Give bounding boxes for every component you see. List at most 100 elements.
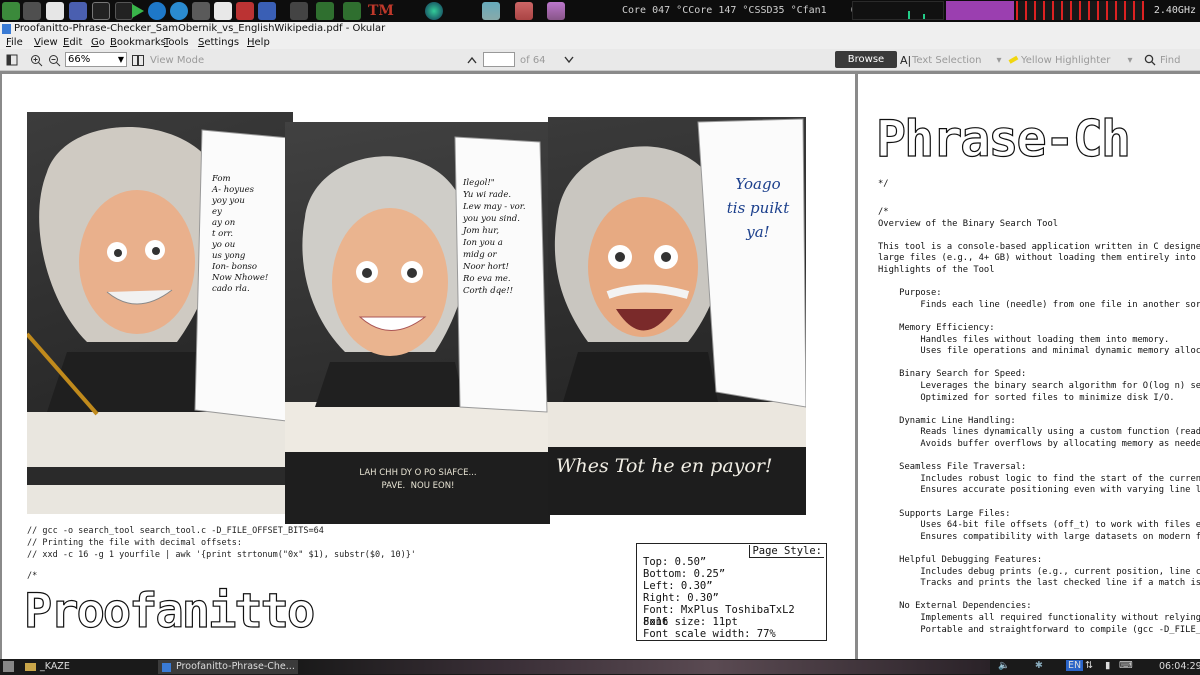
illustration-scientist-writing: Fom A- hoyues yoy you ey ay on t orr. yo…: [27, 112, 293, 514]
document-text-line: Optimized for sorted files to minimize d…: [878, 392, 1175, 403]
task-okular[interactable]: Proofanitto-Phrase-Che...: [158, 660, 298, 674]
document-text-line: Portable and straightforward to compile …: [920, 624, 1200, 635]
view-mode-button[interactable]: View Mode: [150, 52, 204, 68]
document-text-line: Purpose:: [878, 288, 942, 299]
document-text-line: Uses file operations and minimal dynamic…: [920, 346, 1200, 357]
desktop-icon[interactable]: [3, 661, 14, 672]
shirt-text: Whes Tot he en payor!: [556, 455, 773, 477]
globe-icon[interactable]: [425, 2, 443, 20]
pdf-page: Fom A- hoyues yoy you ey ay on t orr. yo…: [2, 74, 855, 659]
document-text-line: Ensures accurate positioning even with v…: [920, 485, 1200, 496]
document-text-line: Dynamic Line Handling:: [878, 415, 1016, 426]
previous-page-icon[interactable]: [466, 52, 478, 68]
language-indicator[interactable]: EN: [1066, 660, 1084, 671]
document-viewport[interactable]: Fom A- hoyues yoy you ey ay on t orr. yo…: [0, 71, 1200, 659]
network-icon[interactable]: ⇅: [1085, 660, 1093, 671]
browser-icon[interactable]: [148, 2, 166, 20]
menu-bookmarks[interactable]: Bookmarks: [110, 36, 166, 49]
text-editor-icon[interactable]: [192, 2, 210, 20]
ascii-banner-title: Proofanitto: [23, 583, 315, 639]
window-icon[interactable]: [69, 2, 87, 20]
zoom-in-icon[interactable]: [28, 52, 44, 68]
bird-icon[interactable]: [482, 2, 500, 20]
document-text-line: Overview of the Binary Search Tool: [878, 218, 1059, 229]
taskbar: _KAZE Proofanitto-Phrase-Che... 🔈 ✱ EN ⇅…: [0, 659, 1200, 675]
dropdown-arrow-icon[interactable]: ▾: [1126, 52, 1134, 68]
view-mode-icon[interactable]: [131, 52, 145, 68]
games-icon[interactable]: [236, 2, 254, 20]
document-text-line: Tracks and prints the last checked line …: [920, 578, 1200, 589]
trademark-icon[interactable]: TM: [368, 3, 394, 19]
gpu-monitor-icon[interactable]: [343, 2, 361, 20]
volume-icon[interactable]: 🔈: [998, 660, 1010, 671]
text-selection-button[interactable]: Text Selection: [912, 52, 982, 68]
search-icon[interactable]: [1143, 52, 1157, 68]
top-panel: TM Core 047 °CCore 147 °CSSD35 °Cfan1 0 …: [0, 0, 1200, 22]
network-graph: [1016, 1, 1144, 20]
document-text-line: large files (e.g., 4+ GB) without loadin…: [878, 253, 1196, 264]
menu-tools[interactable]: Tools: [164, 36, 189, 49]
illustration-scientist-excited: Yoago tis puikt ya! Whes Tot he en payor…: [548, 117, 806, 515]
document-text-line: Uses 64-bit file offsets (off_t) to work…: [920, 520, 1200, 531]
okular-icon: [162, 663, 171, 672]
zoom-combobox[interactable]: 66% ▼: [65, 52, 127, 67]
bird-icon[interactable]: [515, 2, 533, 20]
document-text-line: Supports Large Files:: [878, 508, 1011, 519]
cpu-graph: [852, 1, 944, 20]
taskbar-empty-space: [300, 660, 990, 674]
menu-icon[interactable]: [2, 2, 20, 20]
page-style-line: Right: 0.30”: [643, 592, 719, 604]
terminal-icon[interactable]: [115, 2, 133, 20]
files-icon[interactable]: [46, 2, 64, 20]
document-text-line: Binary Search for Speed:: [878, 369, 1027, 380]
document-text-line: Memory Efficiency:: [878, 323, 995, 333]
menu-view[interactable]: View: [34, 36, 58, 49]
browse-tool-button[interactable]: Browse: [835, 51, 897, 68]
handwritten-note: Ilegol!" Yu wi rade. Lew may - vor. you …: [463, 178, 526, 296]
next-page-icon[interactable]: [563, 52, 575, 68]
document-text-line: This tool is a console-based application…: [878, 241, 1200, 252]
battery-icon[interactable]: ▮: [1105, 660, 1110, 671]
illustration-scientist-smiling: Ilegol!" Yu wi rade. Lew may - vor. you …: [285, 122, 550, 524]
menu-go[interactable]: Go: [91, 36, 105, 49]
menu-edit[interactable]: Edit: [63, 36, 82, 49]
okular-icon: [2, 24, 11, 34]
menu-file[interactable]: File: [6, 36, 23, 49]
media-play-icon[interactable]: [132, 4, 144, 18]
document-text-line: Implements all required functionality wi…: [920, 613, 1200, 623]
document-text-line: Leverages the binary search algorithm fo…: [920, 381, 1200, 391]
browser-icon[interactable]: [170, 2, 188, 20]
clock[interactable]: 06:04:29: [1159, 661, 1200, 672]
find-button[interactable]: Find: [1160, 52, 1181, 68]
memory-graph: [946, 1, 1014, 20]
monitor-icon[interactable]: [290, 2, 308, 20]
menu-help[interactable]: Help: [247, 36, 270, 49]
bird-icon[interactable]: [547, 2, 565, 20]
highlighter-icon[interactable]: [1006, 52, 1020, 68]
dropdown-arrow-icon[interactable]: ▾: [995, 52, 1003, 68]
document-text-line: Avoids buffer overflows by allocating me…: [878, 439, 1200, 449]
task-label: Proofanitto-Phrase-Che...: [176, 661, 295, 672]
home-icon[interactable]: [23, 2, 41, 20]
gpu-icon[interactable]: [258, 2, 276, 20]
main-toolbar: 66% ▼ View Mode of 64 Browse A | Text Sel…: [0, 49, 1200, 71]
task-folder[interactable]: _KAZE: [22, 660, 162, 674]
zoom-out-icon[interactable]: [46, 52, 62, 68]
folder-icon: [25, 663, 36, 671]
highlighter-button[interactable]: Yellow Highlighter: [1021, 52, 1110, 68]
menu-settings[interactable]: Settings: [198, 36, 239, 49]
document-text-line: Reads lines dynamically using a custom f…: [920, 427, 1200, 438]
chevron-down-icon: ▼: [117, 55, 124, 64]
cpu-monitor-icon[interactable]: [316, 2, 334, 20]
bluetooth-icon[interactable]: ✱: [1035, 660, 1043, 671]
sensor-readout: Core 047 °CCore 147 °CSSD35 °Cfan1 0 RPM: [622, 5, 881, 16]
terminal-icon[interactable]: [92, 2, 110, 20]
document-text-line: Includes debug prints (e.g., current pos…: [920, 566, 1200, 577]
document-text-line: /*: [878, 207, 889, 217]
keyboard-icon[interactable]: ⌨: [1119, 660, 1133, 671]
text-selection-icon[interactable]: A |: [900, 52, 911, 68]
wikipedia-icon[interactable]: [214, 2, 232, 20]
page-number-input[interactable]: [483, 52, 515, 67]
sidebar-toggle-icon[interactable]: [4, 52, 20, 68]
page-style-box: Page Style: Top: 0.50” Bottom: 0.25” Lef…: [636, 543, 827, 641]
